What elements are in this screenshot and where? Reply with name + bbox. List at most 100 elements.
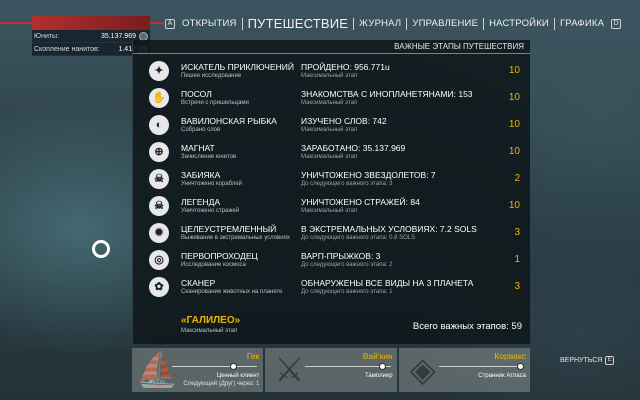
milestone-row[interactable]: ◐ ВАВИЛОНСКАЯ РЫБКА Собрано слов ИЗУЧЕНО СЛ…	[141, 112, 522, 139]
panel-title: ВАЖНЫЕ ЭТАПЫ ПУТЕШЕСТВИЯ	[133, 40, 530, 54]
nav-separator	[241, 17, 243, 30]
tab-settings[interactable]: НАСТРОЙКИ	[485, 18, 553, 29]
milestone-level: 2	[514, 173, 520, 184]
nanites-label: Скопление нанитов:	[34, 45, 100, 53]
race-name: Гек	[246, 351, 260, 361]
back-button[interactable]: ВЕРНУТЬСЯ E	[560, 356, 615, 365]
milestone-row[interactable]: ✦ ИСКАТЕЛЬ ПРИКЛЮЧЕНИЙ Пешее исследование П…	[141, 58, 522, 85]
milestone-row[interactable]: ☠ ЗАБИЯКА Уничтожено кораблей УНИЧТОЖЕНО ЗВ…	[141, 166, 522, 193]
milestone-progress: В ЭКСТРЕМАЛЬНЫХ УСЛОВИЯХ: 7.2 SOLS	[301, 224, 477, 234]
warp-icon: ◎	[149, 250, 169, 270]
rank-subtitle: Максимальный этап	[181, 328, 238, 334]
race-name: Вай'кин	[362, 351, 393, 361]
total-milestones: Всего важных этапов: 59	[412, 321, 522, 332]
tab-controls[interactable]: УПРАВЛЕНИЕ	[408, 18, 482, 29]
units-label: Юниты:	[34, 32, 60, 40]
milestone-name: ИСКАТЕЛЬ ПРИКЛЮЧЕНИЙ	[181, 62, 294, 72]
milestone-progress: ВАРП-ПРЫЖКОВ: 3	[301, 251, 381, 261]
standing-rank: Тамплиер	[365, 373, 393, 379]
standing-rank: Ценный клиент	[216, 373, 260, 379]
milestone-progress-note: Максимальный этап	[301, 73, 358, 79]
standing-track	[438, 366, 524, 367]
korvax-emblem-icon: ◈	[409, 351, 436, 389]
milestone-progress-note: До следующего важного этапа: 2	[301, 262, 393, 268]
milestone-progress: ЗАРАБОТАНО: 35.137.969	[301, 143, 406, 153]
milestone-progress-note: До следующего важного этапа: 3	[301, 181, 393, 187]
milestone-name: ЗАБИЯКА	[181, 170, 221, 180]
standing-marker	[516, 363, 524, 370]
rank-title: «ГАЛИЛЕО»	[181, 315, 241, 326]
standing-next: Следующий (Друг) через: 1	[183, 381, 260, 387]
milestone-subtitle: Сканирование животных на планете	[181, 289, 283, 295]
race-name: Корвакс	[494, 351, 526, 361]
magnet-icon: ⊕	[149, 142, 169, 162]
milestones-list: ✦ ИСКАТЕЛЬ ПРИКЛЮЧЕНИЙ Пешее исследование П…	[133, 58, 530, 301]
tab-graphics[interactable]: ГРАФИКА	[556, 18, 608, 29]
tab-journal[interactable]: ЖУРНАЛ	[355, 18, 405, 29]
milestone-level: 3	[514, 227, 520, 238]
milestone-name: ЦЕЛЕУСТРЕМЛЕННЫЙ	[181, 224, 277, 234]
skull-icon: ☠	[149, 196, 169, 216]
milestone-progress: УНИЧТОЖЕНО СТРАЖЕЙ: 84	[301, 197, 420, 207]
milestone-name: ПЕРВОПРОХОДЕЦ	[181, 251, 258, 261]
milestone-progress: ЗНАКОМСТВА С ИНОПЛАНЕТЯНАМИ: 153	[301, 89, 473, 99]
standing-marker	[379, 363, 387, 370]
standing-track	[172, 366, 258, 367]
milestone-row[interactable]: ✋ ПОСОЛ Встречи с пришельцами ЗНАКОМСТВА С …	[141, 85, 522, 112]
milestone-progress-note: До следующего важного этапа: 0.8 SOLS	[301, 235, 416, 241]
milestone-progress: УНИЧТОЖЕНО ЗВЕЗДОЛЕТОВ: 7	[301, 170, 436, 180]
milestone-row[interactable]: ⊕ МАГНАТ Зачисление юнитов ЗАРАБОТАНО: 35.1…	[141, 139, 522, 166]
milestone-progress: ПРОЙДЕНО: 956.771u	[301, 62, 390, 72]
milestone-subtitle: Уничтожено стражей	[181, 208, 240, 214]
fish-icon: ◐	[149, 115, 169, 135]
milestone-progress: ОБНАРУЖЕНЫ ВСЕ ВИДЫ НА 3 ПЛАНЕТА	[301, 278, 474, 288]
milestones-panel: ВАЖНЫЕ ЭТАПЫ ПУТЕШЕСТВИЯ ✦ ИСКАТЕЛЬ ПРИКЛ…	[132, 40, 530, 344]
cursor-ring-icon	[92, 240, 110, 258]
back-label: ВЕРНУТЬСЯ	[560, 357, 603, 364]
skull-icon: ☠	[149, 169, 169, 189]
nav-separator	[353, 17, 355, 30]
health-bar	[32, 16, 150, 30]
nav-separator	[406, 17, 408, 30]
milestone-name: МАГНАТ	[181, 143, 215, 153]
milestone-row[interactable]: ✿ СКАНЕР Сканирование животных на планете О…	[141, 274, 522, 301]
milestone-subtitle: Выживание в экстремальных условиях	[181, 235, 290, 241]
race-standing-vykeen[interactable]: ⚔ Вай'кин Тамплиер	[265, 348, 397, 392]
milestone-progress-note: Максимальный этап	[301, 127, 358, 133]
milestone-progress-note: Максимальный этап	[301, 154, 358, 160]
race-standing-bar: ⛵ Гек Ценный клиент Следующий (Друг) чер…	[132, 348, 530, 392]
standing-marker	[230, 363, 237, 370]
milestone-level: 10	[508, 146, 520, 157]
paw-icon: ✿	[149, 277, 169, 297]
milestone-subtitle: Встречи с пришельцами	[181, 100, 249, 106]
top-navigation: A ОТКРЫТИЯ ПУТЕШЕСТВИЕ ЖУРНАЛ УПРАВЛЕНИЕ…	[162, 16, 624, 31]
tab-discoveries[interactable]: ОТКРЫТИЯ	[178, 18, 241, 29]
standing-track	[305, 366, 391, 367]
milestone-level: 10	[508, 119, 520, 130]
nav-separator	[553, 17, 555, 30]
milestone-progress-note: До следующего важного этапа: 1	[301, 289, 393, 295]
milestone-level: 1	[514, 254, 520, 265]
milestone-progress: ИЗУЧЕНО СЛОВ: 742	[301, 116, 387, 126]
milestone-subtitle: Исследование космоса	[181, 262, 246, 268]
sun-icon: ✹	[149, 223, 169, 243]
milestone-row[interactable]: ✹ ЦЕЛЕУСТРЕМЛЕННЫЙ Выживание в экстремальн…	[141, 220, 522, 247]
milestone-subtitle: Зачисление юнитов	[181, 154, 237, 160]
gek-emblem-icon: ⛵	[136, 351, 179, 389]
milestone-progress-note: Максимальный этап	[301, 100, 358, 106]
race-standing-gek[interactable]: ⛵ Гек Ценный клиент Следующий (Друг) чер…	[132, 348, 264, 392]
decor-line-left	[0, 22, 32, 24]
race-standing-korvax[interactable]: ◈ Корвакс Странник Атласа	[398, 348, 530, 392]
back-key: E	[605, 356, 615, 365]
tab-journey[interactable]: ПУТЕШЕСТВИЕ	[244, 16, 353, 31]
milestone-subtitle: Пешее исследование	[181, 73, 242, 79]
units-value: 35.137.969	[100, 32, 136, 40]
milestone-level: 10	[508, 200, 520, 211]
nav-separator	[483, 17, 485, 30]
nav-right-key[interactable]: D	[611, 18, 622, 29]
milestone-progress-note: Максимальный этап	[301, 208, 358, 214]
milestone-row[interactable]: ☠ ЛЕГЕНДА Уничтожено стражей УНИЧТОЖЕНО СТР…	[141, 193, 522, 220]
ambassador-icon: ✋	[149, 88, 169, 108]
milestone-row[interactable]: ◎ ПЕРВОПРОХОДЕЦ Исследование космоса ВАРП-П…	[141, 247, 522, 274]
nav-left-key[interactable]: A	[165, 18, 175, 29]
